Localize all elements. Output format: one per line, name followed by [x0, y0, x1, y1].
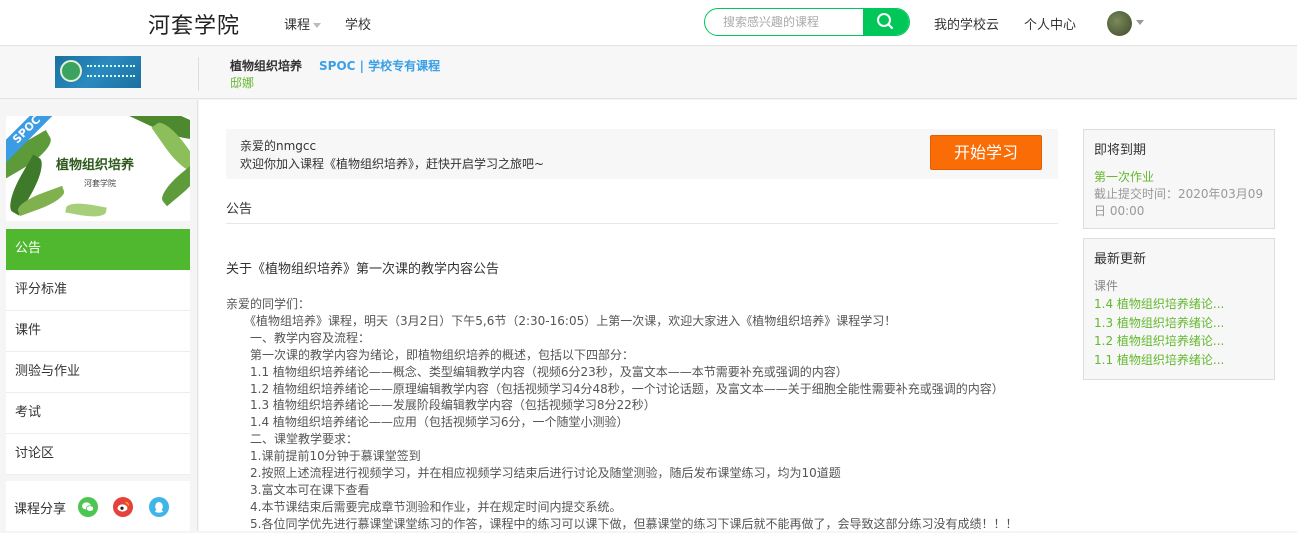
my-school-cloud-link[interactable]: 我的学校云	[934, 14, 999, 33]
announcement-line: 1.课前提前10分钟于慕课堂签到	[226, 449, 421, 464]
welcome-greeting: 亲爱的nmgcc	[240, 139, 317, 153]
header-divider	[198, 57, 199, 91]
section-title: 公告	[226, 202, 253, 217]
avatar[interactable]	[1107, 11, 1132, 36]
cover-subtitle: 河套学院	[84, 179, 116, 188]
latest-updates-panel: 最新更新 课件 1.4 植物组织培养绪论... 1.3 植物组织培养绪论... …	[1083, 238, 1275, 380]
announcement-line: 1.2 植物组织培养绪论——原理编辑教学内容（包括视频学习4分48秒，一个讨论话…	[226, 381, 1004, 396]
sidebar-menu: 公告 评分标准 课件 测验与作业 考试 讨论区	[6, 229, 190, 475]
share-label: 课程分享	[14, 502, 67, 517]
sidebar-item-exams[interactable]: 考试	[6, 393, 190, 434]
nav-courses-label: 课程	[284, 18, 311, 33]
sidebar-item-discussion[interactable]: 讨论区	[6, 434, 190, 475]
due-soon-deadline: 截止提交时间：2020年03月09日 00:00	[1094, 187, 1264, 218]
latest-update-link[interactable]: 1.1 植物组织培养绪论...	[1094, 351, 1224, 368]
search-button[interactable]	[863, 9, 909, 35]
course-header-bar: 植物组织培养 SPOC | 学校专有课程 邸娜	[0, 47, 1297, 99]
top-navigation-bar: 河套学院 课程 学校 我的学校云 个人中心	[0, 0, 1297, 46]
latest-update-link[interactable]: 1.3 植物组织培养绪论...	[1094, 314, 1224, 331]
course-cover-image: 植物组织培养 河套学院 SPOC	[6, 116, 190, 221]
latest-update-link[interactable]: 1.2 植物组织培养绪论...	[1094, 332, 1224, 349]
due-soon-assignment-link[interactable]: 第一次作业	[1094, 168, 1154, 185]
latest-updates-title: 最新更新	[1094, 252, 1147, 267]
teacher-link[interactable]: 邸娜	[230, 74, 254, 91]
announcement-line: 《植物组培养》课程，明天（3月2日）下午5,6节（2:30-16:05）上第一次…	[226, 313, 897, 328]
welcome-message: 欢迎你加入课程《植物组织培养》，赶快开启学习之旅吧~	[240, 157, 545, 171]
chevron-down-icon	[313, 23, 322, 28]
announcement-line: 1.4 植物组织培养绪论——应用（包括视频学习6分，一个随堂小测验）	[226, 415, 629, 430]
sidebar-item-quizzes[interactable]: 测验与作业	[6, 352, 190, 393]
weibo-icon[interactable]	[113, 497, 133, 517]
course-name: 植物组织培养	[230, 59, 303, 73]
announcement-line: 亲爱的同学们：	[226, 297, 311, 311]
start-learning-button[interactable]: 开始学习	[930, 135, 1042, 170]
nav-school-link[interactable]: 学校	[345, 14, 371, 33]
sidebar-item-courseware[interactable]: 课件	[6, 311, 190, 352]
section-divider	[226, 223, 1058, 224]
school-logo[interactable]	[55, 56, 141, 88]
wechat-icon[interactable]	[78, 497, 98, 517]
announcement-line: 二、课堂教学要求：	[226, 432, 359, 447]
search-icon	[877, 13, 894, 30]
announcement-title[interactable]: 关于《植物组织培养》第一次课的教学内容公告	[226, 258, 499, 277]
search-box	[704, 8, 910, 36]
cover-title: 植物组织培养	[56, 158, 135, 173]
course-type-label: SPOC | 学校专有课程	[319, 59, 441, 73]
sidebar-item-announcements[interactable]: 公告	[6, 229, 190, 270]
nav-courses-menu[interactable]: 课程	[284, 14, 322, 33]
site-logo[interactable]: 河套学院	[148, 8, 240, 40]
due-soon-title: 即将到期	[1094, 143, 1147, 158]
main-content: 亲爱的nmgcc 欢迎你加入课程《植物组织培养》，赶快开启学习之旅吧~ 开始学习…	[199, 100, 1297, 531]
latest-update-link[interactable]: 1.4 植物组织培养绪论...	[1094, 295, 1224, 312]
personal-center-link[interactable]: 个人中心	[1024, 14, 1076, 33]
announcement-line: 第一次课的教学内容为绪论，即植物组织培养的概述，包括以下四部分：	[226, 347, 635, 362]
search-input[interactable]	[705, 9, 865, 35]
qq-icon[interactable]	[149, 497, 169, 517]
announcement-line: 一、教学内容及流程：	[226, 330, 371, 345]
announcement-line: 2.按照上述流程进行视频学习，并在相应视频学习结束后进行讨论及随堂测验，随后发布…	[226, 466, 841, 481]
sidebar-item-grading[interactable]: 评分标准	[6, 270, 190, 311]
school-logo-text-graphic	[87, 65, 135, 77]
announcement-line: 4.本节课结束后需要完成章节测验和作业，并在规定时间内提交系统。	[226, 499, 622, 514]
announcement-line: 5.各位同学优先进行慕课堂课堂练习的作答，课程中的练习可以课下做，但慕课堂的练习…	[226, 516, 1018, 531]
announcement-body: 亲爱的同学们： 《植物组培养》课程，明天（3月2日）下午5,6节（2:30-16…	[226, 296, 1046, 533]
leaf-decoration	[156, 161, 190, 207]
leaf-decoration	[65, 200, 107, 220]
announcement-line: 1.3 植物组织培养绪论——发展阶段编辑教学内容（包括视频学习8分22秒）	[226, 398, 656, 413]
latest-updates-category: 课件	[1094, 279, 1119, 293]
avatar-chevron-down-icon[interactable]	[1136, 20, 1144, 25]
school-seal-icon	[60, 60, 82, 82]
course-sidebar: 植物组织培养 河套学院 SPOC 公告 评分标准 课件 测验与作业 考试 讨论区…	[0, 100, 198, 531]
course-share: 课程分享	[6, 481, 190, 531]
announcement-line: 3.富文本可在课下查看	[226, 482, 370, 497]
due-soon-panel: 即将到期 第一次作业 截止提交时间：2020年03月09日 00:00	[1083, 129, 1275, 229]
announcement-line: 1.1 植物组织培养绪论——概念、类型编辑教学内容（视频6分23秒，及富文本——…	[226, 364, 848, 379]
